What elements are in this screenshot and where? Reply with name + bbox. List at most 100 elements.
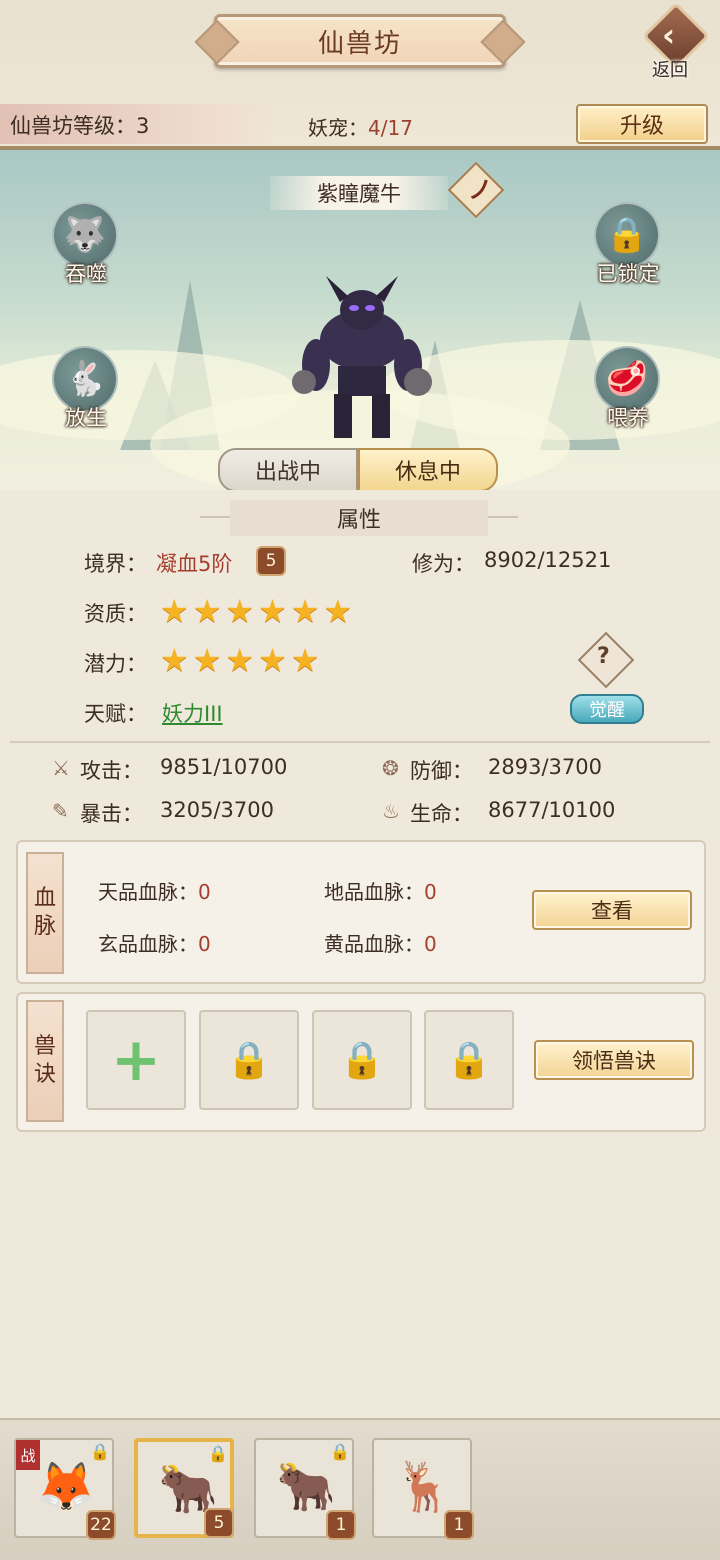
tab-battle[interactable]: 出战中 <box>218 448 358 490</box>
devour-label: 吞噬 <box>65 262 107 286</box>
yellow-bloodline: 黄品血脉：0 <box>324 928 437 957</box>
plus-icon: + <box>110 1025 162 1095</box>
lock-icon: 🔒 <box>339 1040 385 1081</box>
aptitude-label: 资质： <box>84 602 147 626</box>
crit-label: 暴击： <box>80 802 143 826</box>
star-icon: ★ <box>290 641 320 679</box>
pet-scene: 紫瞳魔牛 ノ 🐺 吞噬 🐇 放生 🔒 已锁定 🥩 喂养 出战中 休息中 <box>0 150 720 490</box>
life-icon: ♨ <box>382 799 400 823</box>
skills-tag-2: 诀 <box>33 1062 56 1087</box>
pet-list-bar: 战 🔒 🦊 22 🔒 🐂 5 🔒 🐂 1 🦌 1 <box>0 1418 720 1560</box>
lock-icon: 🔒 <box>446 1040 492 1081</box>
pet-card[interactable]: 🦌 1 <box>372 1438 474 1540</box>
status-tabs: 出战中 休息中 <box>218 448 500 490</box>
level-bar: 仙兽坊等级：3 妖宠：4/17 升级 <box>0 104 720 146</box>
crit-icon: ✎ <box>52 799 69 823</box>
pet-card[interactable]: 🔒 🐂 1 <box>254 1438 356 1540</box>
attributes-title: 属性 <box>230 500 488 536</box>
devour-button[interactable]: 🐺 吞噬 <box>46 202 126 292</box>
ox-demon-icon: 🐂 <box>276 1459 336 1515</box>
skill-slot-locked[interactable]: 🔒 <box>424 1010 514 1110</box>
pet-card[interactable]: 战 🔒 🦊 22 <box>14 1438 116 1540</box>
skill-slot-locked[interactable]: 🔒 <box>312 1010 412 1110</box>
locked-label: 已锁定 <box>596 262 660 286</box>
yellow-value: 0 <box>424 932 437 956</box>
pet-count-value: 4/17 <box>368 116 413 140</box>
skills-tag: 兽 诀 <box>26 1000 64 1122</box>
star-icon: ★ <box>258 641 287 679</box>
pet-count: 妖宠：4/17 <box>308 112 413 141</box>
fox-icon: 🦊 <box>36 1459 96 1515</box>
pet-card-selected[interactable]: 🔒 🐂 5 <box>134 1438 234 1538</box>
upgrade-button[interactable]: 升级 <box>576 104 708 144</box>
view-bloodline-button[interactable]: 查看 <box>532 890 692 930</box>
skills-tag-1: 兽 <box>33 1034 56 1059</box>
realm-label: 境界： <box>84 552 147 576</box>
pet-name: 紫瞳魔牛 <box>270 176 448 210</box>
workshop-level: 仙兽坊等级：3 <box>10 114 150 138</box>
back-label: 返回 <box>652 60 688 81</box>
heaven-value: 0 <box>198 880 211 904</box>
pet-level-badge: 1 <box>326 1510 356 1540</box>
release-label: 放生 <box>65 406 107 430</box>
back-button[interactable]: ‹ 返回 <box>640 2 712 81</box>
pet-count-label: 妖宠： <box>308 116 368 140</box>
section-line-left <box>200 516 230 518</box>
lock-toggle-button[interactable]: 🔒 已锁定 <box>588 202 668 292</box>
talent-link[interactable]: 妖力III <box>162 698 223 728</box>
brush-icon: ノ <box>468 176 492 204</box>
talent-label: 天赋： <box>84 702 147 726</box>
page-title: 仙兽坊 <box>214 14 506 68</box>
potential-stars: ★ ★ ★ ★ ★ <box>160 644 319 676</box>
pet-level-badge: 5 <box>204 1508 234 1538</box>
earth-label: 地品血脉： <box>324 880 424 904</box>
star-icon: ★ <box>290 592 320 630</box>
cultivation-label: 修为： <box>412 552 475 576</box>
star-icon: ★ <box>258 592 287 630</box>
star-icon: ★ <box>192 641 222 679</box>
section-line-right <box>488 516 518 518</box>
mystic-bloodline: 玄品血脉：0 <box>98 928 211 957</box>
back-arrow-icon: ‹ <box>662 16 676 54</box>
cultivation-value: 8902/12521 <box>484 548 612 572</box>
heaven-bloodline: 天品血脉：0 <box>98 876 211 905</box>
bloodline-panel: 血 脉 天品血脉：0 地品血脉：0 玄品血脉：0 黄品血脉：0 查看 <box>16 840 706 984</box>
life-value: 8677/10100 <box>488 798 616 822</box>
learn-skill-button[interactable]: 领悟兽诀 <box>534 1040 694 1080</box>
bloodline-tag: 血 脉 <box>26 852 64 974</box>
realm-value: 凝血5阶 <box>156 552 233 576</box>
defense-label: 防御： <box>410 759 473 783</box>
divider <box>10 741 710 743</box>
skill-slot-locked[interactable]: 🔒 <box>199 1010 299 1110</box>
star-icon: ★ <box>160 641 189 679</box>
yellow-label: 黄品血脉： <box>324 932 424 956</box>
awaken-button[interactable]: 觉醒 <box>570 694 644 724</box>
crit-value: 3205/3700 <box>160 798 274 822</box>
header: 仙兽坊 ‹ 返回 仙兽坊等级：3 妖宠：4/17 升级 <box>0 0 720 150</box>
earth-value: 0 <box>424 880 437 904</box>
attack-value: 9851/10700 <box>160 755 288 779</box>
skill-slot-add[interactable]: + <box>86 1010 186 1110</box>
star-icon: ★ <box>225 592 255 630</box>
feed-label: 喂养 <box>607 406 649 430</box>
bloodline-tag-1: 血 <box>33 886 56 911</box>
pet-level-badge: 1 <box>444 1510 474 1540</box>
star-icon: ★ <box>323 592 353 630</box>
star-icon: ★ <box>225 641 255 679</box>
mystic-label: 玄品血脉： <box>98 932 198 956</box>
life-label: 生命： <box>410 802 473 826</box>
heaven-label: 天品血脉： <box>98 880 198 904</box>
earth-bloodline: 地品血脉：0 <box>324 876 437 905</box>
question-icon: ? <box>597 644 610 669</box>
feed-button[interactable]: 🥩 喂养 <box>588 346 668 436</box>
mystic-value: 0 <box>198 932 211 956</box>
bloodline-tag-2: 脉 <box>33 914 56 939</box>
realm-level-badge: 5 <box>256 546 286 576</box>
defense-value: 2893/3700 <box>488 755 602 779</box>
star-icon: ★ <box>160 592 189 630</box>
release-button[interactable]: 🐇 放生 <box>46 346 126 436</box>
tab-rest[interactable]: 休息中 <box>358 448 498 490</box>
aptitude-stars: ★ ★ ★ ★ ★ ★ <box>160 595 352 627</box>
potential-label: 潜力： <box>84 652 147 676</box>
attack-icon: ⚔ <box>52 756 70 780</box>
